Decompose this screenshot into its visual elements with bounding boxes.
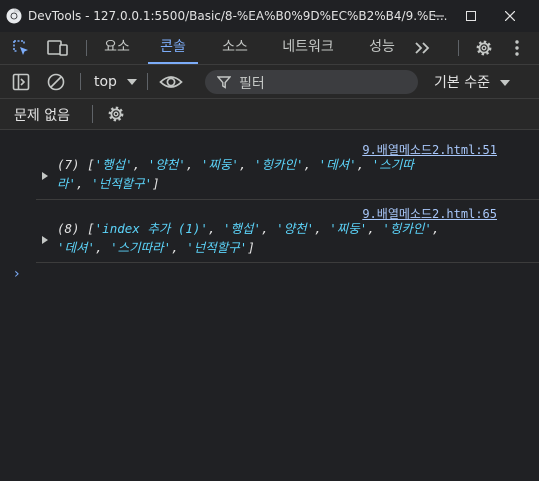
console-settings-gear-icon[interactable] bbox=[106, 104, 126, 124]
issues-status[interactable]: 문제 없음 bbox=[14, 105, 70, 125]
clear-console-icon[interactable] bbox=[47, 73, 65, 91]
toolbar-divider bbox=[458, 40, 459, 56]
devtools-tabbar: 요소 콘솔 소스 네트워크 성능 bbox=[0, 32, 539, 65]
message-divider bbox=[36, 262, 539, 263]
array-preview-line[interactable]: '데셔', '스기따라', '넌적할구'] bbox=[57, 240, 255, 256]
array-item: '힝카인' bbox=[254, 157, 304, 172]
prompt-chevron-icon: › bbox=[14, 266, 20, 282]
array-preview-line[interactable]: 라', '넌적할구'] bbox=[57, 176, 160, 192]
console-toolbar: top 필터 기본 수준 bbox=[0, 65, 539, 99]
close-icon bbox=[505, 11, 515, 21]
array-item: '찌둥' bbox=[200, 157, 239, 172]
toolbar-divider bbox=[80, 73, 81, 90]
close-button[interactable] bbox=[490, 0, 530, 32]
more-tabs-chevron-icon[interactable] bbox=[413, 39, 433, 57]
inspect-element-icon[interactable] bbox=[12, 39, 30, 57]
settings-gear-icon[interactable] bbox=[474, 38, 494, 58]
message-source-link[interactable]: 9.배열메소드2.html:51 bbox=[362, 141, 497, 158]
sidebar-toggle-icon[interactable] bbox=[12, 73, 30, 91]
window-titlebar: DevTools - 127.0.0.1:5500/Basic/8-%EA%B0… bbox=[0, 0, 539, 32]
toolbar-divider bbox=[86, 40, 87, 56]
array-item: '양천' bbox=[147, 157, 186, 172]
maximize-icon bbox=[466, 11, 476, 21]
array-item: '양천' bbox=[276, 221, 315, 236]
filter-input[interactable]: 필터 bbox=[205, 70, 418, 94]
window-title: DevTools - 127.0.0.1:5500/Basic/8-%EA%B0… bbox=[28, 9, 448, 23]
filter-placeholder: 필터 bbox=[239, 76, 265, 92]
expand-arrow-icon[interactable] bbox=[42, 172, 48, 180]
message-divider bbox=[36, 199, 539, 200]
toolbar-divider bbox=[92, 105, 93, 123]
maximize-button[interactable] bbox=[451, 0, 491, 32]
dropdown-triangle-icon bbox=[127, 79, 138, 85]
array-item: '힝카인' bbox=[382, 221, 432, 236]
context-label: top bbox=[94, 74, 117, 90]
array-item: '스기따 bbox=[371, 157, 414, 172]
log-levels-label: 기본 수준 bbox=[434, 75, 490, 91]
toolbar-divider bbox=[147, 73, 148, 90]
array-item: '행섭' bbox=[94, 157, 133, 172]
device-toolbar-icon[interactable] bbox=[47, 39, 69, 57]
array-item: '찌둥' bbox=[329, 221, 368, 236]
log-levels-dropdown[interactable]: 기본 수준 bbox=[434, 72, 511, 92]
live-expression-eye-icon[interactable] bbox=[159, 73, 183, 91]
array-item: '데셔' bbox=[318, 157, 357, 172]
minimize-icon bbox=[434, 15, 444, 17]
dropdown-triangle-icon bbox=[500, 80, 511, 86]
issues-bar: 문제 없음 bbox=[0, 99, 539, 130]
array-item: '넌적할구' bbox=[186, 240, 248, 255]
tab-console[interactable]: 콘솔 bbox=[148, 32, 198, 64]
array-item: '데셔' bbox=[57, 240, 96, 255]
array-item: 'index 추가 (1)' bbox=[94, 221, 208, 236]
array-item: '넌적할구' bbox=[91, 176, 153, 191]
tab-network[interactable]: 네트워크 bbox=[276, 32, 340, 64]
tab-sources[interactable]: 소스 bbox=[218, 32, 252, 64]
message-source-link[interactable]: 9.배열메소드2.html:65 bbox=[362, 205, 497, 222]
chrome-logo-icon bbox=[6, 8, 22, 24]
array-item: 라' bbox=[57, 176, 77, 191]
array-item: '스기따라' bbox=[110, 240, 172, 255]
array-item: '행섭' bbox=[223, 221, 262, 236]
tab-elements[interactable]: 요소 bbox=[100, 32, 134, 64]
array-preview-line[interactable]: (7) ['행섭', '양천', '찌둥', '힝카인', '데셔', '스기따 bbox=[57, 157, 414, 173]
more-options-kebab-icon[interactable] bbox=[511, 39, 523, 57]
tab-performance[interactable]: 성능 bbox=[365, 32, 399, 64]
array-preview-line[interactable]: (8) ['index 추가 (1)', '행섭', '양천', '찌둥', '… bbox=[57, 221, 439, 237]
expand-arrow-icon[interactable] bbox=[42, 236, 48, 244]
filter-funnel-icon bbox=[217, 76, 231, 89]
console-prompt[interactable]: › bbox=[14, 266, 20, 282]
context-selector[interactable]: top bbox=[94, 72, 138, 92]
